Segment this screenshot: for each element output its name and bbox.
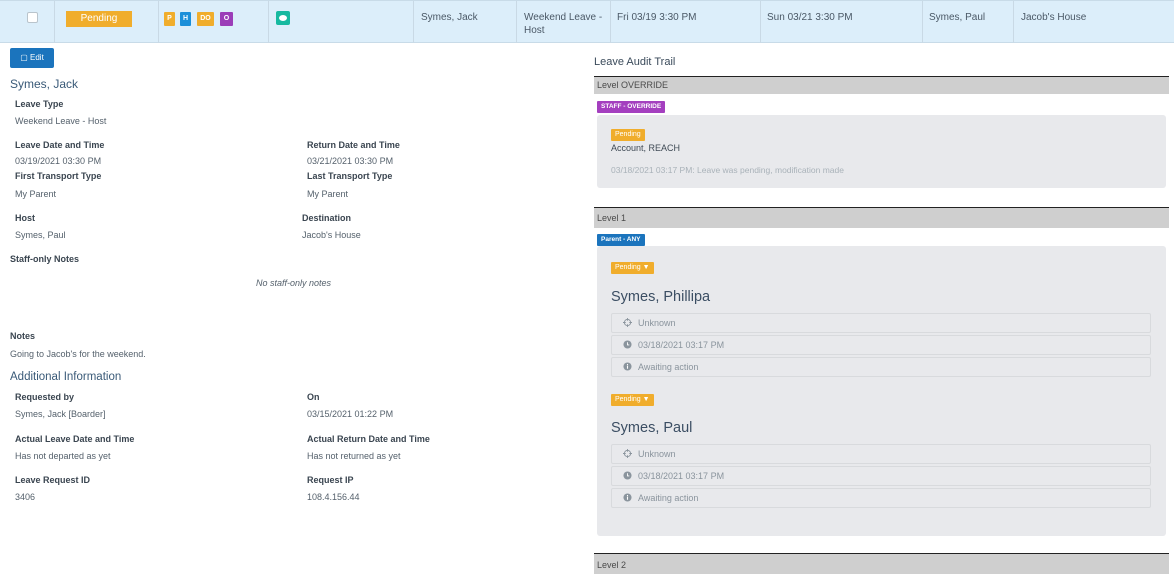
request-ip-value: 108.4.156.44 (307, 492, 360, 502)
requested-by-value: Symes, Jack [Boarder] (15, 409, 106, 419)
crosshair-icon (623, 449, 632, 458)
level-override-bar: Level OVERRIDE (594, 76, 1169, 94)
time-text: 03/18/2021 03:17 PM (638, 471, 725, 481)
crosshair-icon (623, 318, 632, 327)
on-value: 03/15/2021 01:22 PM (307, 409, 394, 419)
status-badge: Pending (66, 11, 132, 27)
level-1-bar: Level 1 (594, 207, 1169, 228)
badge-o: O (220, 12, 233, 26)
requested-by-label: Requested by (15, 392, 75, 402)
override-entry: Pending Account, REACH 03/18/2021 03:17 … (597, 115, 1166, 188)
info-icon (623, 493, 632, 502)
request-ip-label: Request IP (307, 475, 354, 485)
last-transport-value: My Parent (307, 189, 349, 199)
clock-icon (623, 471, 632, 480)
column-divider (1013, 1, 1014, 43)
approver-time: 03/18/2021 03:17 PM (611, 335, 1151, 355)
request-id-label: Leave Request ID (15, 475, 91, 485)
actual-return-label: Actual Return Date and Time (307, 434, 430, 444)
notes-label: Notes (10, 331, 36, 341)
location-text: Unknown (638, 318, 676, 328)
actual-leave-value: Has not departed as yet (15, 451, 111, 461)
approver-state: Awaiting action (611, 357, 1151, 377)
first-transport-label: First Transport Type (15, 171, 102, 181)
override-account: Account, REACH (611, 143, 681, 153)
column-divider (268, 1, 269, 43)
staff-notes-label: Staff-only Notes (10, 254, 80, 264)
row-checkbox[interactable] (27, 12, 38, 23)
host-cell: Symes, Paul (929, 12, 986, 23)
column-divider (922, 1, 923, 43)
column-divider (760, 1, 761, 43)
staff-notes-empty: No staff-only notes (256, 278, 332, 288)
pending-badge: Pending (611, 129, 645, 141)
last-transport-label: Last Transport Type (307, 171, 393, 181)
location-text: Unknown (638, 449, 676, 459)
return-datetime-value: 03/21/2021 03:30 PM (307, 156, 394, 166)
parent-any-tag: Parent - ANY (597, 234, 645, 246)
leave-row[interactable]: Pending P H DO O Symes, Jack Weekend Lea… (0, 0, 1174, 43)
host-value: Symes, Paul (15, 230, 66, 240)
destination-label: Destination (302, 213, 352, 223)
approver-state: Awaiting action (611, 488, 1151, 508)
audit-trail-title: Leave Audit Trail (594, 56, 676, 68)
destination-cell: Jacob's House (1021, 12, 1087, 23)
student-cell: Symes, Jack (421, 12, 478, 23)
approver-location: Unknown (611, 313, 1151, 333)
leave-datetime-value: 03/19/2021 03:30 PM (15, 156, 102, 166)
chat-bubble-icon[interactable] (276, 11, 290, 25)
first-transport-value: My Parent (15, 189, 57, 199)
student-name: Symes, Jack (10, 77, 79, 91)
clock-icon (623, 340, 632, 349)
notes-value: Going to Jacob's for the weekend. (10, 349, 146, 359)
approver-time: 03/18/2021 03:17 PM (611, 466, 1151, 486)
time-text: 03/18/2021 03:17 PM (638, 340, 725, 350)
badge-do: DO (197, 12, 214, 26)
destination-value: Jacob's House (302, 230, 361, 240)
column-divider (610, 1, 611, 43)
pending-dropdown[interactable]: Pending ▼ (611, 262, 654, 274)
approver-location: Unknown (611, 444, 1151, 464)
staff-override-tag: STAFF - OVERRIDE (597, 101, 666, 113)
badge-p: P (164, 12, 175, 26)
leave-type-label: Leave Type (15, 99, 64, 109)
leave-type-value: Weekend Leave - Host (15, 116, 107, 126)
override-note: 03/18/2021 03:17 PM: Leave was pending, … (611, 165, 844, 175)
edit-button[interactable]: ▢ Edit (10, 48, 54, 68)
badge-h: H (180, 12, 191, 26)
state-text: Awaiting action (638, 362, 699, 372)
approver-name: Symes, Paul (611, 420, 693, 436)
pending-dropdown[interactable]: Pending ▼ (611, 394, 654, 406)
approver-name: Symes, Phillipa (611, 289, 711, 305)
additional-info-title: Additional Information (10, 371, 122, 383)
leave-type-cell: Weekend Leave - Host (524, 12, 603, 36)
state-text: Awaiting action (638, 493, 699, 503)
leave-date-cell: Fri 03/19 3:30 PM (617, 12, 697, 23)
edit-icon: ▢ (20, 53, 28, 62)
return-date-cell: Sun 03/21 3:30 PM (767, 12, 853, 23)
actual-return-value: Has not returned as yet (307, 451, 401, 461)
column-divider (413, 1, 414, 43)
on-label: On (307, 392, 320, 402)
edit-label: Edit (30, 53, 44, 62)
info-icon (623, 362, 632, 371)
actual-leave-label: Actual Leave Date and Time (15, 434, 135, 444)
return-datetime-label: Return Date and Time (307, 140, 400, 150)
host-label: Host (15, 213, 35, 223)
column-divider (54, 1, 55, 43)
column-divider (158, 1, 159, 43)
column-divider (516, 1, 517, 43)
level-2-bar: Level 2 (594, 553, 1169, 574)
leave-datetime-label: Leave Date and Time (15, 140, 105, 150)
request-id-value: 3406 (15, 492, 36, 502)
